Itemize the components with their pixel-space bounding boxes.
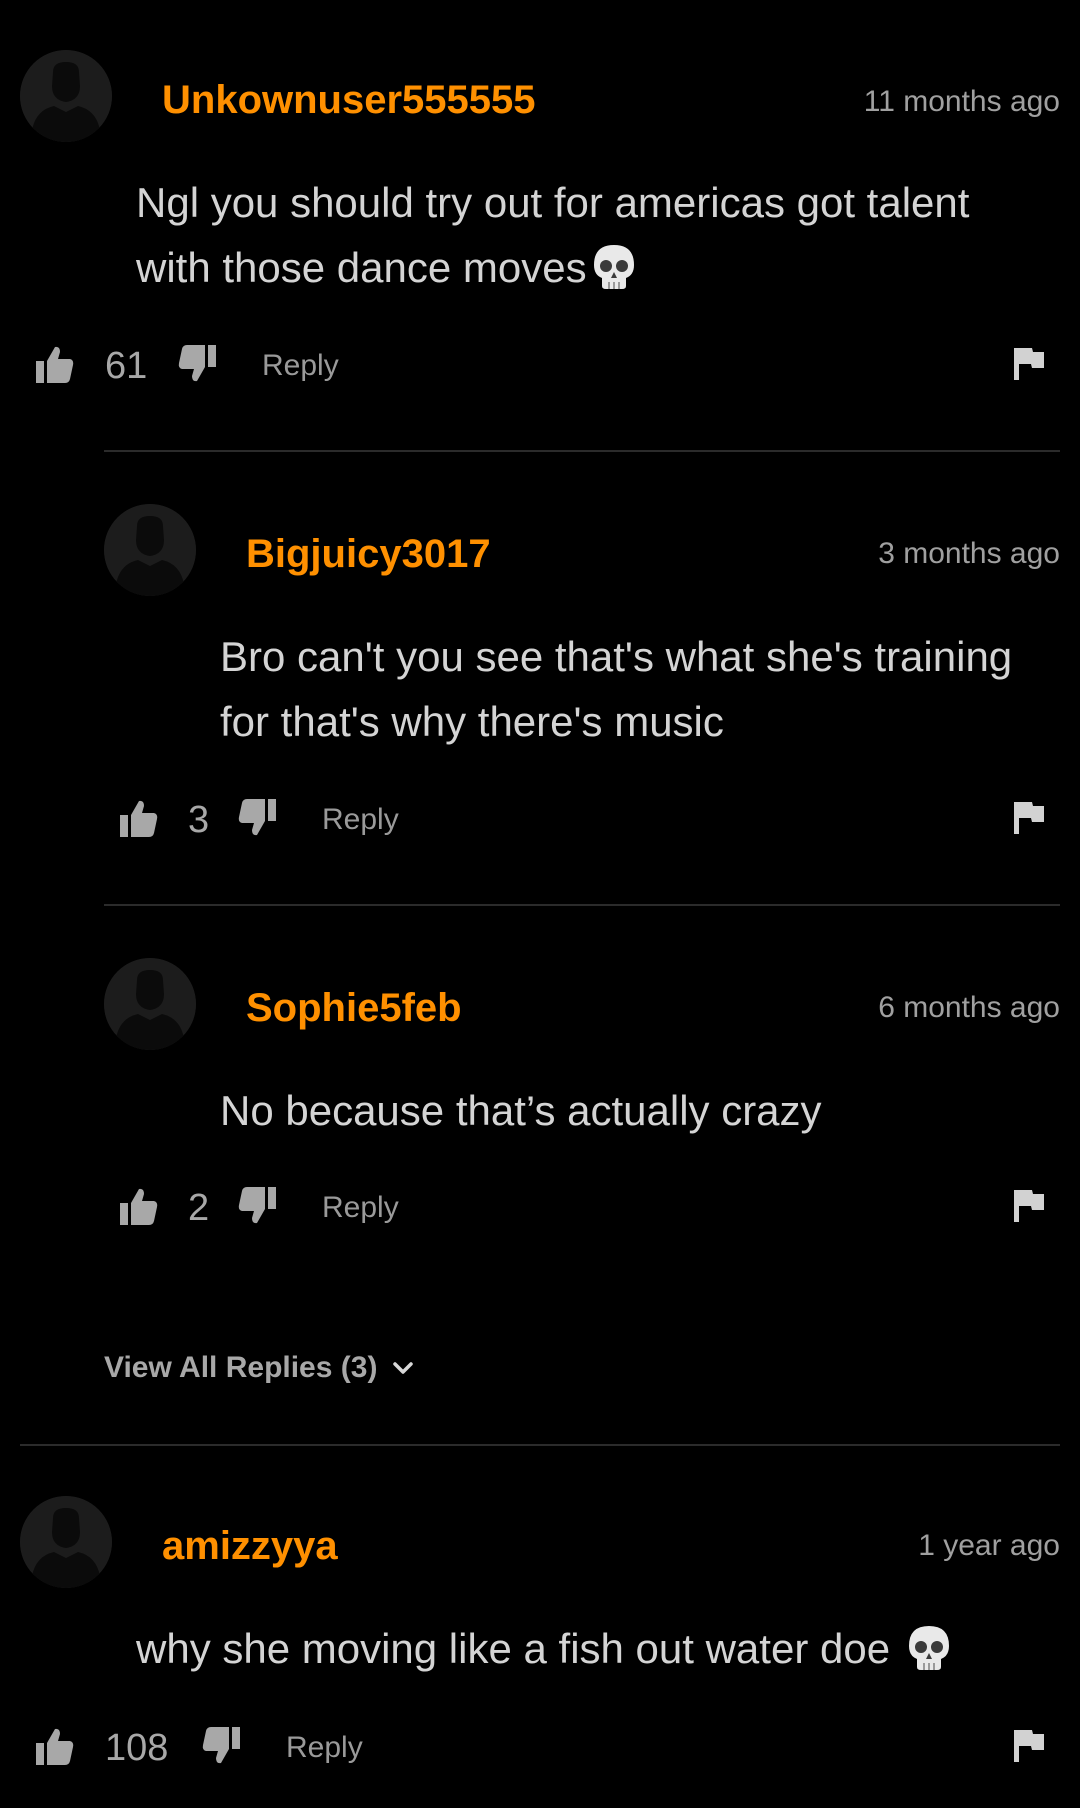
comment-text: Ngl you should try out for americas got … bbox=[136, 170, 1036, 300]
timestamp: 3 months ago bbox=[878, 537, 1060, 570]
divider bbox=[20, 1444, 1060, 1446]
thumbs-up-icon[interactable] bbox=[118, 798, 160, 840]
view-all-replies-button[interactable]: View All Replies (3) bbox=[104, 1348, 415, 1388]
avatar-placeholder-icon bbox=[104, 504, 196, 596]
comment-text-content: why she moving like a fish out water doe bbox=[136, 1625, 902, 1672]
comment-text: No because that’s actually crazy bbox=[220, 1087, 822, 1134]
reply-button[interactable]: Reply bbox=[322, 1190, 399, 1226]
flag-icon[interactable] bbox=[1012, 1728, 1046, 1764]
username[interactable]: Sophie5feb bbox=[246, 984, 462, 1032]
like-count: 2 bbox=[188, 1187, 210, 1229]
thumbs-up-icon[interactable] bbox=[34, 344, 76, 386]
thumbs-down-icon[interactable] bbox=[236, 796, 278, 838]
thumbs-down-icon[interactable] bbox=[236, 1184, 278, 1226]
timestamp: 1 year ago bbox=[918, 1529, 1060, 1562]
flag-icon[interactable] bbox=[1012, 800, 1046, 836]
skull-emoji bbox=[906, 1624, 952, 1672]
timestamp: 11 months ago bbox=[863, 85, 1060, 118]
reply-button[interactable]: Reply bbox=[286, 1730, 363, 1766]
avatar[interactable] bbox=[104, 958, 196, 1050]
username[interactable]: Unkownuser555555 bbox=[162, 76, 536, 124]
username[interactable]: amizzyya bbox=[162, 1522, 338, 1570]
thumbs-up-icon[interactable] bbox=[34, 1726, 76, 1768]
like-count: 108 bbox=[105, 1727, 169, 1769]
divider bbox=[104, 450, 1060, 452]
avatar-placeholder-icon bbox=[104, 958, 196, 1050]
username[interactable]: Bigjuicy3017 bbox=[246, 530, 491, 578]
chevron-down-icon bbox=[391, 1356, 415, 1380]
timestamp: 6 months ago bbox=[878, 991, 1060, 1024]
avatar[interactable] bbox=[104, 504, 196, 596]
divider bbox=[104, 904, 1060, 906]
comment-text: why she moving like a fish out water doe bbox=[136, 1616, 1036, 1681]
skull-emoji bbox=[591, 243, 637, 291]
like-count: 61 bbox=[105, 345, 148, 387]
reply-button[interactable]: Reply bbox=[262, 348, 339, 384]
thumbs-down-icon[interactable] bbox=[200, 1724, 242, 1766]
flag-icon[interactable] bbox=[1012, 346, 1046, 382]
like-count: 3 bbox=[188, 799, 210, 841]
comment-text-content: Ngl you should try out for americas got … bbox=[136, 179, 970, 291]
avatar-placeholder-icon bbox=[20, 1496, 112, 1588]
reply-button[interactable]: Reply bbox=[322, 802, 399, 838]
comment-text: Bro can't you see that's what she's trai… bbox=[220, 633, 1013, 745]
avatar[interactable] bbox=[20, 50, 112, 142]
avatar[interactable] bbox=[20, 1496, 112, 1588]
avatar-placeholder-icon bbox=[20, 50, 112, 142]
thumbs-down-icon[interactable] bbox=[176, 342, 218, 384]
flag-icon[interactable] bbox=[1012, 1188, 1046, 1224]
thumbs-up-icon[interactable] bbox=[118, 1186, 160, 1228]
view-all-replies-label: View All Replies (3) bbox=[104, 1351, 378, 1384]
